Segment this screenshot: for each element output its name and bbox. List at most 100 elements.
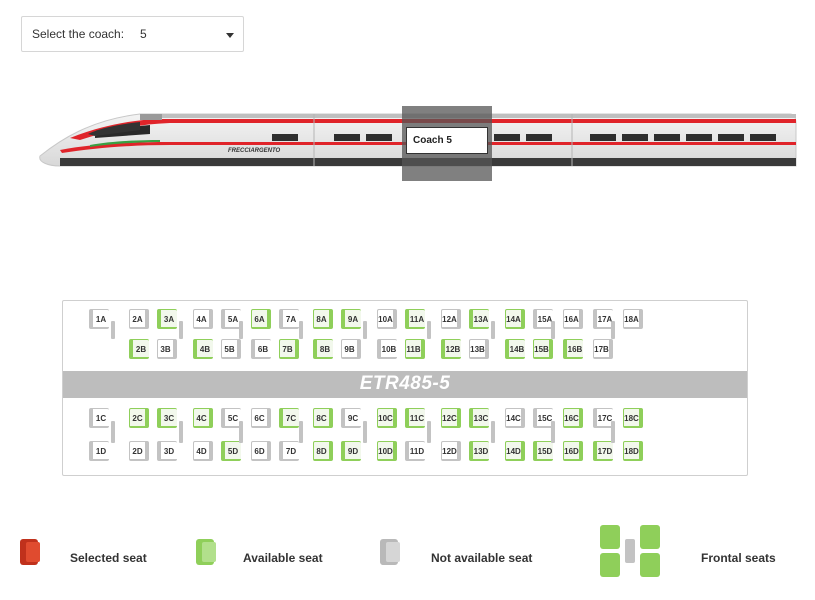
seat-16D[interactable]: 16D — [563, 441, 583, 461]
seat-8C[interactable]: 8C — [313, 408, 333, 428]
seat-table — [179, 321, 183, 339]
seat-table — [491, 421, 495, 443]
seat-14A[interactable]: 14A — [505, 309, 525, 329]
seat-8A[interactable]: 8A — [313, 309, 333, 329]
seat-table — [111, 321, 115, 339]
seat-table — [299, 321, 303, 339]
seat-17D[interactable]: 17D — [593, 441, 613, 461]
seat-4D: 4D — [193, 441, 213, 461]
seat-18C[interactable]: 18C — [623, 408, 643, 428]
seat-4C[interactable]: 4C — [193, 408, 213, 428]
seat-9D[interactable]: 9D — [341, 441, 361, 461]
seat-10D[interactable]: 10D — [377, 441, 397, 461]
legend-frontal-label: Frontal seats — [701, 551, 776, 565]
seat-18A: 18A — [623, 309, 643, 329]
available-seat-icon — [196, 539, 216, 565]
seat-17C: 17C — [593, 408, 613, 428]
seat-table — [611, 321, 615, 339]
seat-2B[interactable]: 2B — [129, 339, 149, 359]
seat-11D: 11D — [405, 441, 425, 461]
coach-select[interactable]: Select the coach: 5 — [21, 16, 244, 52]
selected-seat-icon — [20, 539, 40, 565]
seat-15B[interactable]: 15B — [533, 339, 553, 359]
seat-table — [363, 421, 367, 443]
seat-7A: 7A — [279, 309, 299, 329]
caret-down-icon — [226, 33, 234, 38]
seat-3C[interactable]: 3C — [157, 408, 177, 428]
seat-4B[interactable]: 4B — [193, 339, 213, 359]
seat-11C[interactable]: 11C — [405, 408, 425, 428]
seat-15C: 15C — [533, 408, 553, 428]
coach-select-label: Select the coach: — [32, 27, 125, 41]
seat-7D: 7D — [279, 441, 299, 461]
legend-not-available-label: Not available seat — [431, 551, 533, 565]
seat-2D: 2D — [129, 441, 149, 461]
coach-band: ETR485-5 — [63, 371, 747, 398]
seat-9C: 9C — [341, 408, 361, 428]
seat-15D[interactable]: 15D — [533, 441, 553, 461]
seat-8D[interactable]: 8D — [313, 441, 333, 461]
seat-17B: 17B — [593, 339, 613, 359]
seat-table — [611, 421, 615, 443]
seat-6B: 6B — [251, 339, 271, 359]
seat-14D[interactable]: 14D — [505, 441, 525, 461]
coach-band-label: ETR485-5 — [359, 373, 451, 394]
seat-13A[interactable]: 13A — [469, 309, 489, 329]
seat-3D: 3D — [157, 441, 177, 461]
legend-available-label: Available seat — [243, 551, 323, 565]
seat-6A[interactable]: 6A — [251, 309, 271, 329]
seat-8B[interactable]: 8B — [313, 339, 333, 359]
seat-3B: 3B — [157, 339, 177, 359]
seat-7B[interactable]: 7B — [279, 339, 299, 359]
frontal-seats-icon — [600, 525, 660, 577]
seat-18D[interactable]: 18D — [623, 441, 643, 461]
seat-13D[interactable]: 13D — [469, 441, 489, 461]
seat-table — [551, 321, 555, 339]
seat-table — [427, 421, 431, 443]
seat-14B[interactable]: 14B — [505, 339, 525, 359]
seat-14C: 14C — [505, 408, 525, 428]
seat-17A: 17A — [593, 309, 613, 329]
train-brand: FRECCIARGENTO — [228, 148, 281, 154]
seat-11A[interactable]: 11A — [405, 309, 425, 329]
seat-12B[interactable]: 12B — [441, 339, 461, 359]
seat-table — [111, 421, 115, 443]
seat-15A: 15A — [533, 309, 553, 329]
seat-12A: 12A — [441, 309, 461, 329]
seat-11B[interactable]: 11B — [405, 339, 425, 359]
seat-1D: 1D — [89, 441, 109, 461]
seat-7C[interactable]: 7C — [279, 408, 299, 428]
seat-table — [179, 421, 183, 443]
seat-table — [239, 321, 243, 339]
seat-10C[interactable]: 10C — [377, 408, 397, 428]
seat-9B: 9B — [341, 339, 361, 359]
seat-1C: 1C — [89, 408, 109, 428]
seat-13B: 13B — [469, 339, 489, 359]
seat-5B: 5B — [221, 339, 241, 359]
seat-6D: 6D — [251, 441, 271, 461]
seat-3A[interactable]: 3A — [157, 309, 177, 329]
coach-label: Coach 5 — [406, 127, 488, 154]
seat-2A: 2A — [129, 309, 149, 329]
seat-10A: 10A — [377, 309, 397, 329]
seat-12D: 12D — [441, 441, 461, 461]
seat-4A: 4A — [193, 309, 213, 329]
legend: Selected seat Available seat Not availab… — [0, 525, 815, 577]
seat-1A: 1A — [89, 309, 109, 329]
seat-9A[interactable]: 9A — [341, 309, 361, 329]
seat-6C: 6C — [251, 408, 271, 428]
seat-table — [551, 421, 555, 443]
seat-16A: 16A — [563, 309, 583, 329]
not-available-seat-icon — [380, 539, 400, 565]
seat-16C[interactable]: 16C — [563, 408, 583, 428]
seat-table — [239, 421, 243, 443]
seat-table — [363, 321, 367, 339]
seat-10B: 10B — [377, 339, 397, 359]
seat-5D[interactable]: 5D — [221, 441, 241, 461]
seat-13C[interactable]: 13C — [469, 408, 489, 428]
seat-table — [491, 321, 495, 339]
seat-12C[interactable]: 12C — [441, 408, 461, 428]
seat-2C[interactable]: 2C — [129, 408, 149, 428]
seat-map: ETR485-5 1A 2A 3A 4A 5A 6A 7A 8A 9A 10A 11A 12A 13A 1… — [62, 300, 748, 476]
seat-16B[interactable]: 16B — [563, 339, 583, 359]
